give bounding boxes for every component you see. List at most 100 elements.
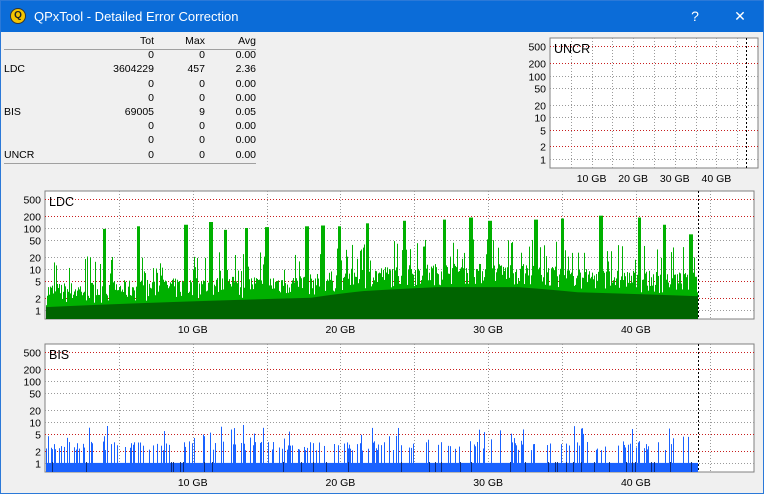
- stats-row-label: UNCR: [4, 148, 35, 161]
- ldc-bar-base: [160, 302, 161, 319]
- bis-bar: [618, 445, 619, 472]
- bis-bar: [159, 462, 160, 472]
- bis-bar: [462, 462, 463, 472]
- bis-bar: [443, 462, 444, 472]
- ldc-bar-base: [597, 292, 598, 319]
- ldc-bar-base: [152, 302, 153, 319]
- bis-bar: [211, 462, 212, 472]
- ldc-bar-base: [268, 298, 269, 319]
- ldc-bar-base: [313, 297, 314, 319]
- ldc-bar-base: [356, 291, 357, 319]
- bis-bar: [370, 462, 371, 472]
- bis-bar: [383, 462, 384, 472]
- ldc-bar-base: [408, 288, 409, 319]
- bis-bar: [520, 462, 521, 472]
- ldc-bar-base: [548, 289, 549, 319]
- bis-bar: [124, 462, 125, 472]
- bis-bar: [575, 462, 576, 472]
- ldc-bar-base: [423, 287, 424, 319]
- bis-bar: [534, 444, 535, 472]
- bis-bar: [530, 462, 531, 472]
- ldc-bar-base: [63, 306, 64, 319]
- ldc-bar-base: [494, 287, 495, 319]
- ldc-bar-base: [519, 287, 520, 319]
- ldc-bar-base: [53, 306, 54, 319]
- ldc-bar-base: [401, 288, 402, 319]
- bis-bar: [78, 462, 79, 472]
- ldc-bar-base: [149, 302, 150, 319]
- bis-bar: [665, 449, 666, 472]
- stats-row-max: 0: [199, 49, 205, 62]
- bis-bar: [487, 462, 488, 472]
- stats-row-max: 0: [199, 120, 205, 133]
- ldc-bar-base: [260, 299, 261, 319]
- bis-bar: [343, 462, 344, 472]
- bis-bar: [442, 462, 443, 472]
- ldc-bar-base: [688, 295, 689, 319]
- ldc-bar-base: [522, 287, 523, 319]
- ldc-bar-base: [348, 292, 349, 319]
- stats-row-avg: 2.36: [235, 63, 256, 76]
- bis-bar: [653, 462, 654, 472]
- ldc-bar-base: [677, 295, 678, 319]
- ldc-bar-base: [602, 293, 603, 319]
- bis-bar: [351, 462, 352, 472]
- ldc-bar-base: [507, 287, 508, 319]
- bis-bar: [674, 462, 675, 472]
- bis-bar: [693, 462, 694, 472]
- ldc-bar-base: [230, 300, 231, 319]
- ldc-bar-base: [203, 300, 204, 319]
- ldc-bar-base: [643, 294, 644, 319]
- ldc-bar-base: [634, 294, 635, 319]
- ldc-bar-base: [614, 293, 615, 319]
- bis-bar: [524, 462, 525, 472]
- bis-bar: [496, 462, 497, 472]
- title-bar[interactable]: Q QPxTool - Detailed Error Correction ? …: [1, 1, 763, 32]
- ldc-bar-base: [202, 301, 203, 319]
- ldc-bar-base: [281, 298, 282, 319]
- ldc-bar-base: [115, 304, 116, 319]
- bis-bar: [334, 444, 335, 472]
- ldc-bar-base: [611, 293, 612, 319]
- bis-bar: [543, 462, 544, 472]
- bis-bar: [527, 462, 528, 472]
- ldc-bar-base: [485, 287, 486, 319]
- bis-bar: [621, 462, 622, 472]
- close-button[interactable]: ✕: [718, 1, 762, 32]
- ldc-bar-base: [56, 306, 57, 319]
- ldc-bar-base: [283, 298, 284, 319]
- ldc-bar-base: [627, 293, 628, 319]
- bis-bar-dark: [171, 462, 172, 472]
- ldc-bar-base: [353, 292, 354, 319]
- bis-bar: [634, 462, 635, 472]
- bis-bar: [296, 462, 297, 472]
- help-button[interactable]: ?: [673, 1, 717, 32]
- bis-bar: [422, 462, 423, 472]
- bis-bar: [242, 462, 243, 472]
- ldc-bar-base: [564, 291, 565, 319]
- bis-bar: [481, 462, 482, 472]
- uncr-ytick-label: 500: [528, 42, 546, 54]
- bis-bar: [495, 462, 496, 472]
- bis-bar: [528, 462, 529, 472]
- stats-row-tot: 0: [148, 91, 154, 104]
- bis-bar-dark: [510, 462, 511, 472]
- stats-header-max: Max: [185, 35, 205, 47]
- bis-bar: [340, 462, 341, 472]
- bis-bar: [247, 462, 248, 472]
- ldc-bar-base: [520, 287, 521, 319]
- bis-bar: [221, 426, 222, 472]
- ldc-ytick-label: 2: [35, 294, 41, 306]
- bis-bar: [290, 445, 291, 472]
- ldc-bar-base: [238, 299, 239, 319]
- ldc-bar-base: [360, 291, 361, 319]
- ldc-bar-base: [436, 287, 437, 319]
- ldc-bar-base: [344, 293, 345, 319]
- ldc-bar-base: [221, 300, 222, 319]
- ldc-bar-base: [420, 287, 421, 319]
- ldc-xtick-label: 40 GB: [621, 324, 651, 336]
- bis-bar: [316, 450, 317, 472]
- bis-bar: [55, 449, 56, 472]
- ldc-bar-base: [143, 303, 144, 319]
- bis-bar: [203, 434, 204, 472]
